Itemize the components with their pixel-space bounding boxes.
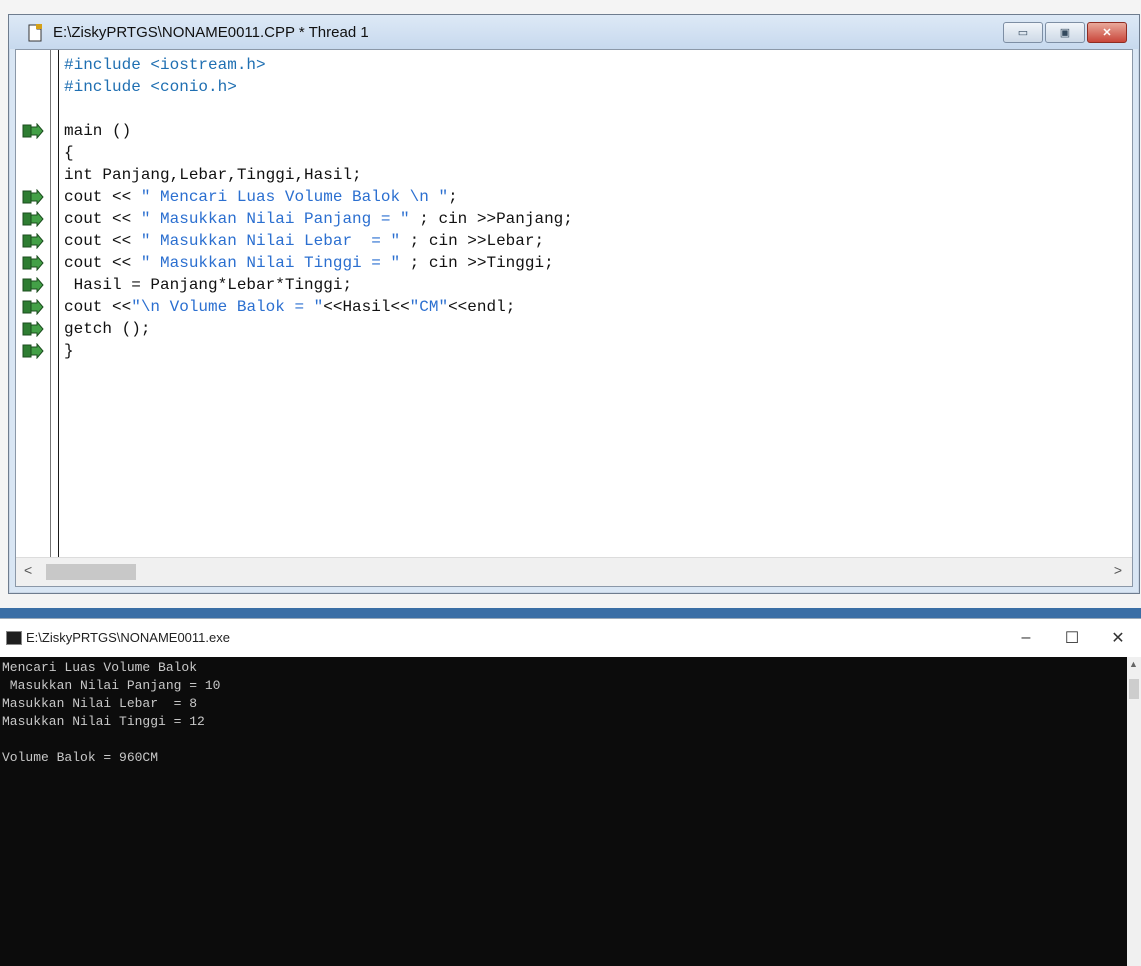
scroll-right-icon[interactable]: >: [1114, 562, 1122, 578]
console-minimize-button[interactable]: –: [1003, 619, 1049, 657]
code-line[interactable]: cout << " Masukkan Nilai Panjang = " ; c…: [64, 208, 573, 230]
code-line[interactable]: #include <iostream.h>: [64, 54, 266, 76]
console-window-title: E:\ZiskyPRTGS\NONAME0011.exe: [26, 630, 230, 645]
console-output-line: Mencari Luas Volume Balok: [2, 660, 198, 675]
console-output-line: Masukkan Nilai Lebar = 8: [2, 696, 198, 711]
code-line[interactable]: #include <conio.h>: [64, 76, 237, 98]
console-window: E:\ZiskyPRTGS\NONAME0011.exe – ☐ ✕ Menca…: [0, 618, 1141, 966]
console-output-line: Masukkan Nilai Panjang = 10: [2, 678, 221, 693]
execution-arrow-icon[interactable]: [22, 211, 44, 227]
execution-arrow-icon[interactable]: [22, 321, 44, 337]
code-line[interactable]: Hasil = Panjang*Lebar*Tinggi;: [64, 274, 352, 296]
code-line[interactable]: cout <<"\n Volume Balok = "<<Hasil<<"CM"…: [64, 296, 515, 318]
console-scrollbar-thumb[interactable]: [1129, 679, 1139, 699]
code-line[interactable]: cout << " Masukkan Nilai Tinggi = " ; ci…: [64, 252, 554, 274]
execution-arrow-icon[interactable]: [22, 233, 44, 249]
console-output[interactable]: Mencari Luas Volume Balok Masukkan Nilai…: [0, 657, 1127, 966]
scrollbar-thumb[interactable]: [46, 564, 136, 580]
horizontal-scrollbar[interactable]: < >: [16, 557, 1132, 586]
code-text-area[interactable]: #include <iostream.h> #include <conio.h> m…: [64, 54, 1128, 554]
document-icon: [28, 24, 42, 42]
console-output-line: Masukkan Nilai Tinggi = 12: [2, 714, 205, 729]
execution-arrow-icon[interactable]: [22, 255, 44, 271]
console-app-icon: [6, 631, 22, 645]
minimize-button[interactable]: ▭: [1003, 22, 1043, 43]
code-line[interactable]: int Panjang,Lebar,Tinggi,Hasil;: [64, 164, 362, 186]
editor-window: E:\ZiskyPRTGS\NONAME0011.CPP * Thread 1 …: [8, 14, 1140, 594]
editor-window-controls: ▭ ▣ ✕: [1003, 22, 1127, 43]
scroll-up-icon[interactable]: ▲: [1129, 659, 1138, 669]
code-line[interactable]: {: [64, 142, 74, 164]
console-maximize-button[interactable]: ☐: [1049, 619, 1095, 657]
vertical-scrollbar[interactable]: ▲: [1127, 657, 1141, 966]
editor-window-title: E:\ZiskyPRTGS\NONAME0011.CPP * Thread 1: [53, 24, 369, 41]
code-line[interactable]: cout << " Mencari Luas Volume Balok \n "…: [64, 186, 458, 208]
editor-titlebar[interactable]: E:\ZiskyPRTGS\NONAME0011.CPP * Thread 1 …: [9, 15, 1139, 49]
code-editor[interactable]: #include <iostream.h> #include <conio.h> m…: [15, 49, 1133, 587]
maximize-button[interactable]: ▣: [1045, 22, 1085, 43]
scroll-left-icon[interactable]: <: [24, 562, 32, 578]
code-line[interactable]: main (): [64, 120, 131, 142]
execution-arrow-icon[interactable]: [22, 189, 44, 205]
console-titlebar[interactable]: E:\ZiskyPRTGS\NONAME0011.exe – ☐ ✕: [0, 619, 1141, 657]
close-button[interactable]: ✕: [1087, 22, 1127, 43]
editor-gutter[interactable]: [16, 50, 59, 558]
execution-arrow-icon[interactable]: [22, 277, 44, 293]
code-line[interactable]: }: [64, 340, 74, 362]
execution-arrow-icon[interactable]: [22, 299, 44, 315]
console-output-line: Volume Balok = 960CM: [2, 750, 159, 765]
execution-arrow-icon[interactable]: [22, 123, 44, 139]
execution-arrow-icon[interactable]: [22, 343, 44, 359]
code-line[interactable]: getch ();: [64, 318, 150, 340]
console-window-controls: – ☐ ✕: [1003, 619, 1141, 657]
code-line[interactable]: cout << " Masukkan Nilai Lebar = " ; cin…: [64, 230, 544, 252]
console-close-button[interactable]: ✕: [1095, 619, 1141, 657]
